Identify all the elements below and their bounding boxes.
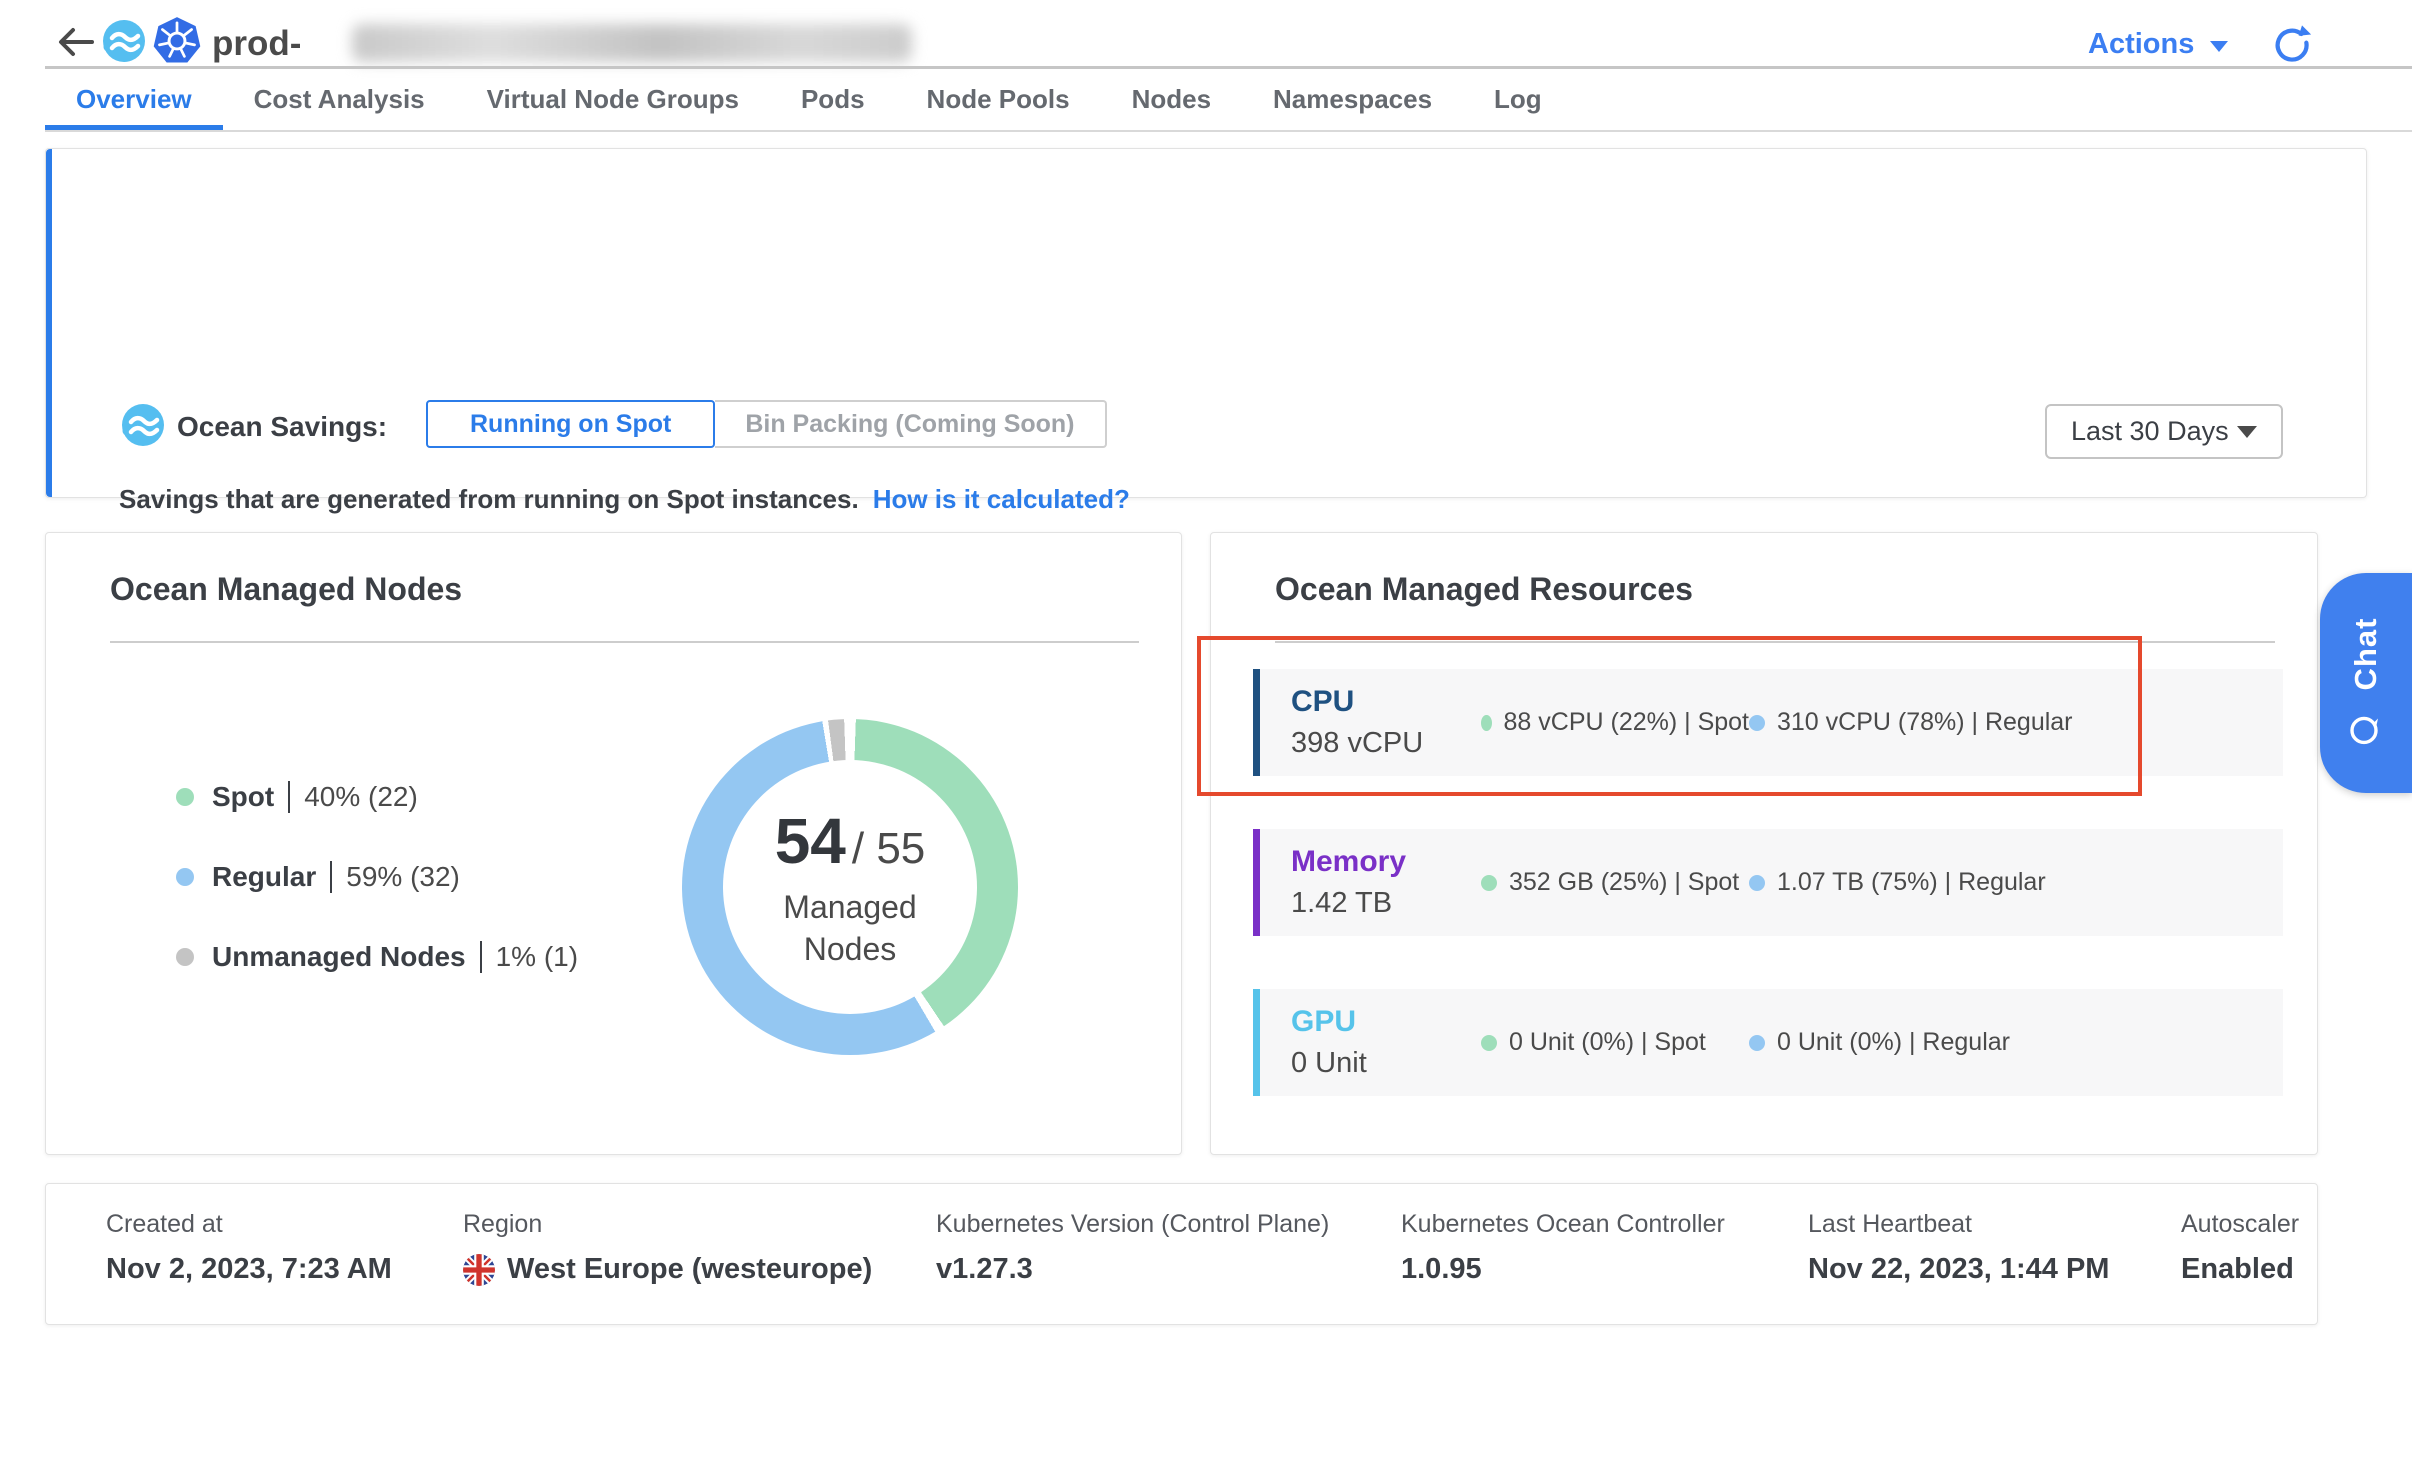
how-calculated-link[interactable]: How is it calculated?	[873, 484, 1130, 515]
running-on-spot-button[interactable]: Running on Spot	[426, 400, 715, 448]
gpu-name: GPU	[1291, 1005, 1481, 1039]
legend-bar	[330, 861, 332, 893]
tab-overview[interactable]: Overview	[45, 69, 223, 130]
tab-bar: Overview Cost Analysis Virtual Node Grou…	[45, 69, 1573, 130]
tab-nodes[interactable]: Nodes	[1101, 69, 1242, 130]
regular-dot-icon	[1749, 875, 1765, 891]
spot-ocean-logo-icon	[100, 18, 146, 64]
actions-label: Actions	[2088, 28, 2194, 61]
memory-accent-bar	[1253, 829, 1260, 936]
memory-name: Memory	[1291, 845, 1481, 879]
back-button[interactable]	[56, 24, 96, 60]
spot-dot-icon	[1481, 875, 1497, 891]
managed-count: 54	[775, 804, 846, 878]
total-count: / 55	[852, 824, 925, 874]
chat-bubble-icon	[2347, 710, 2385, 748]
ocean-savings-card: Ocean Savings: Running on Spot Bin Packi…	[45, 148, 2367, 498]
tab-cost-analysis[interactable]: Cost Analysis	[223, 69, 456, 130]
gpu-spot-metric: 0 Unit (0%) | Spot	[1481, 1028, 1749, 1057]
memory-spot-metric: 352 GB (25%) | Spot	[1481, 868, 1749, 897]
savings-description: Savings that are generated from running …	[119, 484, 859, 515]
spot-dot-icon	[1481, 1035, 1497, 1051]
resource-row-memory: Memory 1.42 TB 352 GB (25%) | Spot 1.07 …	[1253, 829, 2283, 936]
resource-row-gpu: GPU 0 Unit 0 Unit (0%) | Spot 0 Unit (0%…	[1253, 989, 2283, 1096]
bin-packing-button[interactable]: Bin Packing (Coming Soon)	[715, 400, 1106, 448]
gpu-total: 0 Unit	[1291, 1047, 1481, 1080]
actions-button[interactable]: Actions	[2088, 28, 2228, 61]
spot-dot-icon	[176, 788, 194, 806]
info-k8s-version: Kubernetes Version (Control Plane) v1.27…	[936, 1210, 1329, 1286]
page-title: prod-	[212, 24, 301, 64]
chat-label: Chat	[2348, 618, 2384, 691]
info-last-heartbeat: Last Heartbeat Nov 22, 2023, 1:44 PM	[1808, 1210, 2109, 1286]
regular-dot-icon	[1749, 1035, 1765, 1051]
legend-bar	[288, 781, 290, 813]
cpu-row-highlight-annotation	[1197, 636, 2142, 796]
donut-label: Managed Nodes	[760, 886, 940, 970]
tab-node-pools[interactable]: Node Pools	[896, 69, 1101, 130]
legend-item-unmanaged: Unmanaged Nodes 1% (1)	[176, 941, 578, 973]
managed-nodes-donut-chart: 54 / 55 Managed Nodes	[682, 719, 1018, 1055]
tab-namespaces[interactable]: Namespaces	[1242, 69, 1463, 130]
cluster-info-bar: Created at Nov 2, 2023, 7:23 AM Region W…	[45, 1183, 2318, 1325]
tabs-divider	[45, 130, 2412, 132]
chevron-down-icon	[2210, 41, 2228, 52]
regular-dot-icon	[176, 868, 194, 886]
info-autoscaler: Autoscaler Enabled	[2181, 1210, 2299, 1286]
arrow-left-icon	[56, 24, 96, 60]
savings-toggle: Running on Spot Bin Packing (Coming Soon…	[426, 400, 1107, 448]
uk-flag-icon	[463, 1254, 495, 1286]
info-ocean-controller: Kubernetes Ocean Controller 1.0.95	[1401, 1210, 1725, 1286]
ocean-wave-icon	[119, 402, 165, 448]
legend-item-spot: Spot 40% (22)	[176, 781, 578, 813]
savings-accent-bar	[46, 149, 52, 497]
period-value: Last 30 Days	[2071, 416, 2229, 447]
managed-nodes-title: Ocean Managed Nodes	[110, 571, 462, 608]
refresh-icon	[2272, 24, 2312, 64]
managed-resources-title: Ocean Managed Resources	[1275, 571, 1693, 608]
nodes-legend: Spot 40% (22) Regular 59% (32) Unmanaged…	[176, 781, 578, 973]
memory-total: 1.42 TB	[1291, 887, 1481, 920]
legend-bar	[480, 941, 482, 973]
kubernetes-logo-icon	[152, 16, 202, 66]
chevron-down-icon	[2237, 426, 2257, 438]
tab-pods[interactable]: Pods	[770, 69, 896, 130]
tab-log[interactable]: Log	[1463, 69, 1573, 130]
info-created-at: Created at Nov 2, 2023, 7:23 AM	[106, 1210, 392, 1286]
gpu-accent-bar	[1253, 989, 1260, 1096]
refresh-button[interactable]	[2272, 24, 2312, 64]
period-dropdown[interactable]: Last 30 Days	[2045, 404, 2283, 459]
donut-center: 54 / 55 Managed Nodes	[723, 760, 977, 1014]
chat-button[interactable]: Chat	[2320, 573, 2412, 793]
legend-item-regular: Regular 59% (32)	[176, 861, 578, 893]
memory-regular-metric: 1.07 TB (75%) | Regular	[1749, 868, 2046, 897]
tab-virtual-node-groups[interactable]: Virtual Node Groups	[456, 69, 770, 130]
info-region: Region West Europe (westeurope)	[463, 1210, 872, 1286]
ocean-managed-resources-card: Ocean Managed Resources CPU 398 vCPU 88 …	[1210, 532, 2318, 1155]
ocean-savings-label: Ocean Savings:	[177, 411, 387, 443]
unmanaged-dot-icon	[176, 948, 194, 966]
cluster-name-redacted	[352, 24, 912, 62]
gpu-regular-metric: 0 Unit (0%) | Regular	[1749, 1028, 2010, 1057]
card-divider	[110, 641, 1139, 643]
ocean-managed-nodes-card: Ocean Managed Nodes Spot 40% (22) Regula…	[45, 532, 1182, 1155]
